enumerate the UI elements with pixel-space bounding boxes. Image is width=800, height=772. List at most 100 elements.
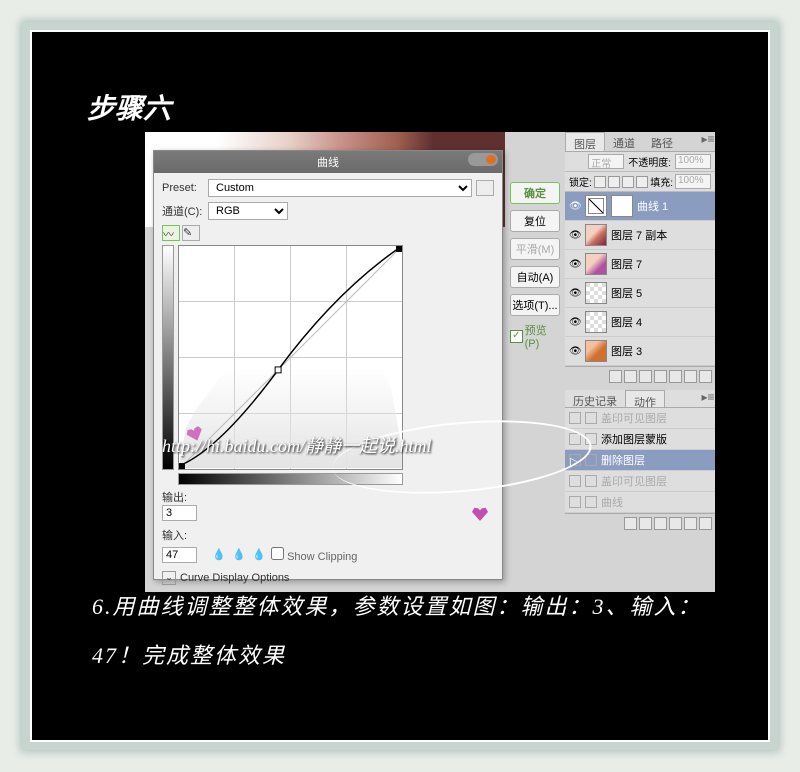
auto-button[interactable]: 自动(A) — [510, 266, 560, 288]
preset-select[interactable]: Custom — [208, 179, 472, 197]
tutorial-frame: 步骤六 曲线 Preset: Custom 通道(C): RGB 〰 ✎ — [30, 30, 770, 742]
visibility-icon[interactable] — [569, 287, 581, 299]
options-button[interactable]: 选项(T)... — [510, 294, 560, 316]
output-input[interactable] — [162, 505, 197, 521]
layers-footer — [565, 366, 715, 386]
stop-icon[interactable] — [624, 517, 637, 530]
dialog-buttons: 确定 复位 平滑(M) 自动(A) 选项(T)... 预览(P) — [510, 182, 560, 350]
group-icon[interactable] — [669, 370, 682, 383]
visibility-icon[interactable] — [569, 258, 581, 270]
layer-style-icon[interactable] — [624, 370, 637, 383]
actions-footer — [565, 513, 715, 533]
mask-thumb — [611, 195, 633, 217]
tab-history[interactable]: 历史记录 — [565, 390, 625, 407]
layer-item[interactable]: 图层 3 — [565, 337, 715, 366]
layer-item[interactable]: 图层 7 — [565, 250, 715, 279]
new-action-icon[interactable] — [684, 517, 697, 530]
curves-dialog: 曲线 Preset: Custom 通道(C): RGB 〰 ✎ — [153, 150, 503, 580]
channel-select[interactable]: RGB — [208, 202, 288, 220]
adjustment-layer-icon[interactable] — [654, 370, 667, 383]
lock-pixels-icon[interactable] — [608, 176, 620, 188]
layer-item[interactable]: 图层 5 — [565, 279, 715, 308]
curves-graph[interactable] — [178, 245, 403, 470]
photoshop-workspace: 曲线 Preset: Custom 通道(C): RGB 〰 ✎ — [145, 132, 715, 592]
output-label: 输出: — [162, 489, 187, 505]
lock-transparency-icon[interactable] — [594, 176, 606, 188]
layer-thumb — [585, 253, 607, 275]
layer-thumb — [585, 311, 607, 333]
delete-action-icon[interactable] — [699, 517, 712, 530]
tab-layers[interactable]: 图层 — [565, 132, 605, 151]
tab-actions[interactable]: 动作 — [625, 390, 665, 407]
visibility-icon[interactable] — [569, 316, 581, 328]
layer-thumb — [585, 224, 607, 246]
visibility-icon[interactable] — [569, 200, 581, 212]
layer-item[interactable]: 曲线 1 — [565, 192, 715, 221]
lock-all-icon[interactable] — [636, 176, 648, 188]
channel-label: 通道(C): — [162, 203, 204, 219]
dialog-close-switch[interactable] — [468, 153, 498, 166]
record-icon[interactable] — [639, 517, 652, 530]
action-name: 盖印可见图层 — [601, 410, 667, 426]
action-name: 盖印可见图层 — [601, 473, 667, 489]
layer-mask-icon[interactable] — [639, 370, 652, 383]
curve-display-options[interactable]: Curve Display Options — [180, 572, 289, 584]
action-name: 曲线 — [601, 494, 623, 510]
layer-thumb — [585, 195, 607, 217]
layer-name: 图层 4 — [611, 314, 642, 330]
ok-button[interactable]: 确定 — [510, 182, 560, 204]
layer-thumb — [585, 340, 607, 362]
layer-name: 图层 3 — [611, 343, 642, 359]
tab-paths[interactable]: 路径 — [643, 132, 681, 151]
new-set-icon[interactable] — [669, 517, 682, 530]
eyedropper-white-icon[interactable]: 💧 — [252, 548, 266, 562]
panel-menu-icon[interactable]: ▸≡ — [701, 132, 715, 151]
opacity-input[interactable]: 100% — [675, 154, 711, 169]
output-gradient — [162, 245, 174, 470]
layer-name: 图层 5 — [611, 285, 642, 301]
show-clipping-checkbox[interactable]: Show Clipping — [271, 547, 357, 563]
action-item[interactable]: 曲线 — [565, 492, 715, 513]
layer-thumb — [585, 282, 607, 304]
visibility-icon[interactable] — [569, 229, 581, 241]
action-item[interactable]: 盖印可见图层 — [565, 471, 715, 492]
eyedropper-black-icon[interactable]: 💧 — [212, 548, 226, 562]
blend-mode-select[interactable]: 正常 — [588, 154, 624, 169]
preview-checkbox[interactable]: 预览(P) — [510, 322, 560, 350]
opacity-label: 不透明度: — [628, 154, 671, 169]
fill-label: 填充: — [650, 174, 673, 189]
fill-input[interactable]: 100% — [675, 174, 711, 189]
eyedropper-gray-icon[interactable]: 💧 — [232, 548, 246, 562]
layer-item[interactable]: 图层 7 副本 — [565, 221, 715, 250]
layer-name: 图层 7 — [611, 256, 642, 272]
action-item[interactable]: 盖印可见图层 — [565, 408, 715, 429]
layer-name: 曲线 1 — [637, 198, 668, 214]
play-icon[interactable] — [654, 517, 667, 530]
tab-channels[interactable]: 通道 — [605, 132, 643, 151]
step-title: 步骤六 — [87, 87, 171, 127]
actions-panel: 历史记录 动作 ▸≡ 盖印可见图层 添加图层蒙版 ▷删除图层 盖印可见图层 曲线 — [565, 390, 715, 533]
link-layers-icon[interactable] — [609, 370, 622, 383]
dialog-title: 曲线 — [154, 151, 502, 173]
action-name: 添加图层蒙版 — [601, 431, 667, 447]
smooth-button[interactable]: 平滑(M) — [510, 238, 560, 260]
tutorial-caption: 6.用曲线调整整体效果，参数设置如图：输出：3、输入：47！完成整体效果 — [92, 583, 708, 680]
panels-area: 图层 通道 路径 ▸≡ 正常 不透明度: 100% 锁定: 填充: 100% 曲… — [565, 132, 715, 592]
input-label: 输入: — [162, 527, 187, 543]
action-name: 删除图层 — [601, 452, 645, 468]
preset-menu-icon[interactable] — [476, 180, 494, 196]
input-input[interactable] — [162, 547, 197, 563]
delete-layer-icon[interactable] — [699, 370, 712, 383]
lock-position-icon[interactable] — [622, 176, 634, 188]
curve-line — [179, 246, 402, 469]
layer-item[interactable]: 图层 4 — [565, 308, 715, 337]
layer-name: 图层 7 副本 — [611, 227, 667, 243]
reset-button[interactable]: 复位 — [510, 210, 560, 232]
visibility-icon[interactable] — [569, 345, 581, 357]
pencil-tool-icon[interactable]: ✎ — [182, 225, 200, 241]
curve-tool-icon[interactable]: 〰 — [162, 225, 180, 241]
lock-label: 锁定: — [569, 174, 592, 189]
new-layer-icon[interactable] — [684, 370, 697, 383]
actions-menu-icon[interactable]: ▸≡ — [701, 390, 715, 407]
layer-list: 曲线 1 图层 7 副本 图层 7 图层 5 图层 4 图层 3 — [565, 192, 715, 366]
